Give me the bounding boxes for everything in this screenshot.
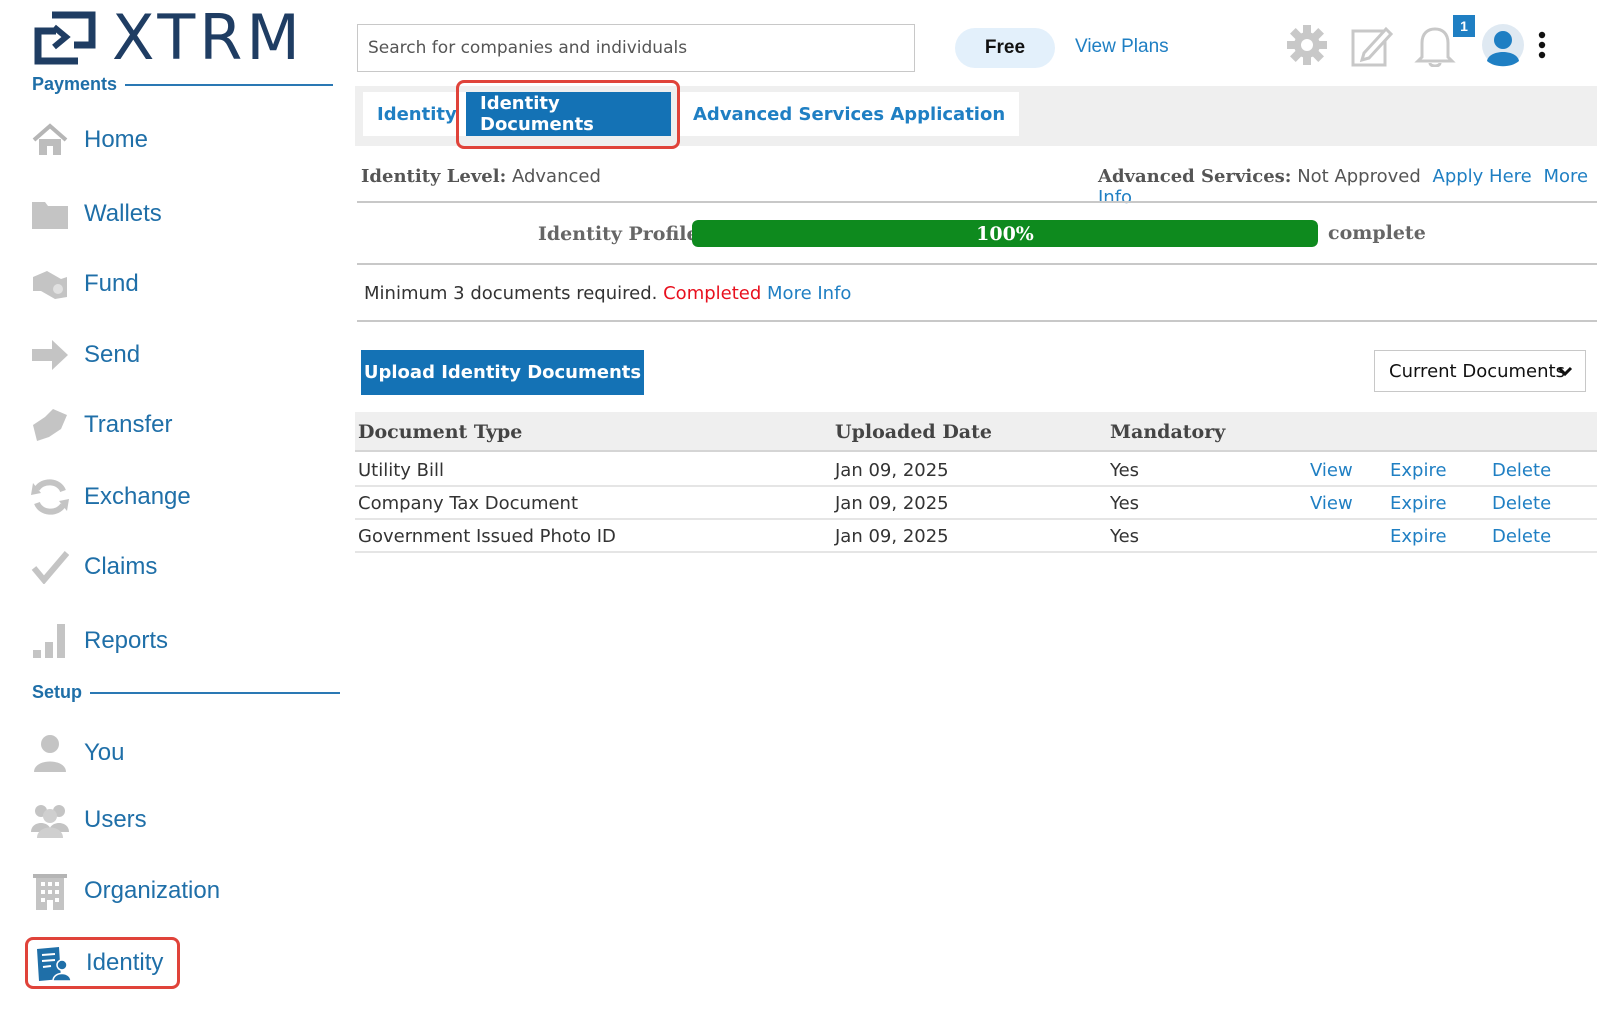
requirement-text: Minimum 3 documents required.: [364, 283, 658, 304]
column-header-mandatory[interactable]: Mandatory: [1110, 421, 1225, 443]
sidebar-item-label: Fund: [84, 270, 139, 297]
sidebar-item-reports[interactable]: Reports: [30, 621, 168, 661]
view-plans-link[interactable]: View Plans: [1075, 36, 1169, 58]
avatar-icon[interactable]: [1480, 22, 1526, 68]
column-header-uploaded-date[interactable]: Uploaded Date: [835, 421, 992, 443]
progress-complete-text: complete: [1328, 222, 1426, 244]
identity-level: Identity Level: Advanced: [361, 166, 601, 187]
hand-money-icon: [30, 264, 70, 304]
more-vertical-icon[interactable]: [1530, 22, 1554, 68]
sidebar-item-you[interactable]: You: [30, 733, 125, 773]
column-header-document-type[interactable]: Document Type: [358, 421, 522, 443]
exchange-icon: [30, 477, 70, 517]
uploaded-date-cell: Jan 09, 2025: [835, 493, 949, 514]
sidebar-item-exchange[interactable]: Exchange: [30, 477, 191, 517]
sidebar-item-wallets[interactable]: Wallets: [30, 194, 162, 234]
identity-level-label: Identity Level:: [361, 166, 507, 187]
sidebar-item-label: Transfer: [84, 411, 173, 438]
tab-identity-documents[interactable]: Identity Documents: [466, 92, 671, 136]
divider: [357, 263, 1597, 265]
plan-badge[interactable]: Free: [955, 28, 1055, 68]
sidebar-item-users[interactable]: Users: [30, 800, 147, 840]
checkmark-icon: [30, 547, 70, 587]
sidebar-item-identity[interactable]: Identity: [25, 937, 181, 989]
sidebar-item-label: Send: [84, 341, 141, 368]
tab-identity[interactable]: Identity: [363, 92, 471, 136]
sidebar-item-label: Organization: [84, 877, 221, 904]
sidebar-item-claims[interactable]: Claims: [30, 547, 157, 587]
mandatory-cell: Yes: [1110, 526, 1140, 547]
divider: [357, 201, 1597, 203]
delete-link[interactable]: Delete: [1492, 493, 1551, 514]
identity-icon: [32, 943, 72, 983]
brand-name: XTRM: [112, 1, 304, 74]
progress-percent-text: 100%: [976, 222, 1034, 245]
sidebar-item-label: You: [84, 739, 125, 766]
xtrm-logo[interactable]: XTRM: [32, 6, 304, 70]
identity-profile-progress-bar: 100%: [692, 220, 1318, 247]
mandatory-cell: Yes: [1110, 460, 1140, 481]
logo-mark-icon: [34, 11, 96, 65]
delete-link[interactable]: Delete: [1492, 526, 1551, 547]
document-filter-value: Current Documents: [1389, 360, 1565, 382]
document-type-cell: Company Tax Document: [358, 493, 579, 514]
identity-profile-label: Identity Profile: [538, 223, 699, 245]
folder-icon: [30, 194, 70, 234]
sidebar-item-label: Users: [84, 806, 147, 833]
sidebar-item-label: Identity: [86, 949, 164, 976]
search-input[interactable]: [357, 24, 915, 72]
setup-title-text: Setup: [32, 682, 83, 702]
requirement-status: Completed: [663, 283, 762, 304]
expire-link[interactable]: Expire: [1390, 526, 1447, 547]
gear-icon[interactable]: [1284, 22, 1330, 68]
sidebar-item-organization[interactable]: Organization: [30, 871, 220, 911]
transfer-icon: [30, 405, 70, 445]
advanced-services-label: Advanced Services:: [1098, 166, 1292, 187]
delete-link[interactable]: Delete: [1492, 460, 1551, 481]
document-type-cell: Government Issued Photo ID: [358, 526, 616, 547]
requirement-more-info-link[interactable]: More Info: [767, 283, 851, 304]
mandatory-cell: Yes: [1110, 493, 1140, 514]
divider: [357, 320, 1597, 322]
home-icon: [30, 120, 70, 160]
sidebar-item-label: Wallets: [84, 200, 162, 227]
section-divider: [90, 691, 341, 694]
view-link[interactable]: View: [1310, 493, 1353, 514]
apply-here-link[interactable]: Apply Here: [1433, 166, 1532, 187]
section-divider: [125, 83, 334, 86]
building-icon: [30, 871, 70, 911]
bar-chart-icon: [30, 621, 70, 661]
arrow-right-icon: [30, 335, 70, 375]
payments-title-text: Payments: [32, 74, 118, 94]
uploaded-date-cell: Jan 09, 2025: [835, 526, 949, 547]
expire-link[interactable]: Expire: [1390, 460, 1447, 481]
sidebar-item-label: Home: [84, 126, 149, 153]
sidebar-item-home[interactable]: Home: [30, 120, 148, 160]
tab-advanced-services-application[interactable]: Advanced Services Application: [679, 92, 1020, 136]
document-filter-select[interactable]: Current Documents: [1374, 350, 1586, 392]
sidebar-item-transfer[interactable]: Transfer: [30, 405, 172, 445]
sidebar-item-label: Claims: [84, 553, 158, 580]
document-type-cell: Utility Bill: [358, 460, 445, 481]
sidebar-item-send[interactable]: Send: [30, 335, 140, 375]
advanced-services-value: Not Approved: [1297, 166, 1421, 187]
sidebar-item-fund[interactable]: Fund: [30, 264, 139, 304]
edit-icon[interactable]: [1349, 22, 1395, 68]
identity-level-value: Advanced: [511, 166, 601, 187]
sidebar-item-label: Exchange: [84, 483, 191, 510]
bell-icon[interactable]: [1412, 22, 1458, 68]
user-icon: [30, 733, 70, 773]
setup-section-title: Setup: [32, 682, 341, 703]
chevron-down-icon: [1557, 366, 1573, 377]
users-icon: [30, 800, 70, 840]
sidebar-item-label: Reports: [84, 627, 169, 654]
document-requirement: Minimum 3 documents required. Completed …: [364, 283, 851, 304]
payments-section-title: Payments: [32, 74, 334, 95]
expire-link[interactable]: Expire: [1390, 493, 1447, 514]
uploaded-date-cell: Jan 09, 2025: [835, 460, 949, 481]
view-link[interactable]: View: [1310, 460, 1353, 481]
notification-count-badge: 1: [1453, 15, 1475, 37]
upload-identity-documents-button[interactable]: Upload Identity Documents: [361, 350, 644, 395]
